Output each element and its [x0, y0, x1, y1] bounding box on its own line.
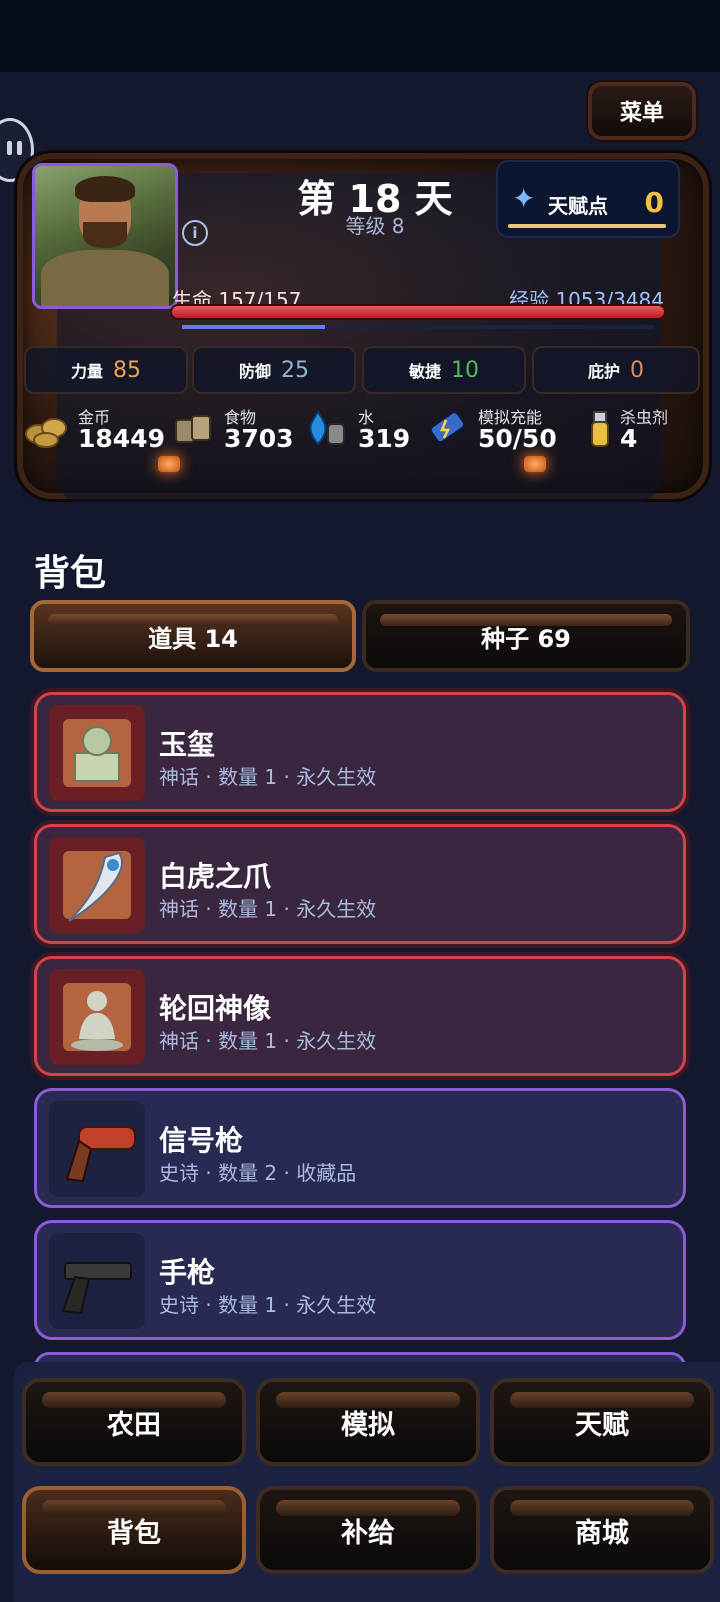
battery-icon — [429, 411, 466, 444]
item-name: 白虎之爪 — [159, 860, 272, 893]
decor-lamp — [158, 456, 180, 472]
nav-label: 商城 — [575, 1517, 629, 1549]
list-item[interactable]: 玉玺 神话 · 数量 1 · 永久生效 — [34, 692, 686, 812]
nav-label: 补给 — [341, 1517, 395, 1549]
stat-value: 25 — [281, 357, 309, 383]
pistol-icon — [49, 1233, 145, 1329]
spray-bottle-icon — [591, 411, 609, 447]
nav-talent-button[interactable]: 天赋 — [490, 1378, 714, 1466]
list-item[interactable]: 白虎之爪 神话 · 数量 1 · 永久生效 — [34, 824, 686, 944]
resource-value: 319 — [358, 424, 411, 453]
nav-label: 模拟 — [341, 1409, 395, 1441]
nav-shop-button[interactable]: 商城 — [490, 1486, 714, 1574]
nav-label: 农田 — [107, 1409, 161, 1441]
item-name: 轮回神像 — [159, 992, 272, 1025]
stat-defense: 防御 25 — [192, 346, 356, 394]
talent-points-label: 天赋点 — [548, 194, 608, 218]
nav-farmland-button[interactable]: 农田 — [22, 1378, 246, 1466]
list-item[interactable]: 信号枪 史诗 · 数量 2 · 收藏品 — [34, 1088, 686, 1208]
food-cans-icon — [175, 415, 211, 443]
item-name: 玉玺 — [159, 728, 216, 761]
jade-seal-icon — [49, 705, 145, 801]
resource-insecticide: 杀虫剂 4 — [578, 404, 698, 456]
nav-simulate-button[interactable]: 模拟 — [256, 1378, 480, 1466]
flare-gun-icon — [49, 1101, 145, 1197]
hp-bar — [172, 306, 664, 318]
player-level: 等级 8 — [345, 214, 405, 238]
tab-items[interactable]: 道具 14 — [30, 600, 356, 672]
stat-shelter: 庇护 0 — [532, 346, 700, 394]
item-meta: 史诗 · 数量 2 · 收藏品 — [159, 1161, 357, 1185]
resource-value: 18449 — [78, 424, 165, 453]
item-name: 信号枪 — [159, 1124, 244, 1157]
list-item[interactable]: 手枪 史诗 · 数量 1 · 永久生效 — [34, 1220, 686, 1340]
item-meta: 史诗 · 数量 1 · 永久生效 — [159, 1293, 377, 1317]
status-bar — [0, 0, 720, 72]
resource-value: 3703 — [224, 424, 294, 453]
exp-bar — [182, 325, 654, 329]
talent-points-box[interactable]: ✦ 天赋点 0 — [496, 160, 680, 238]
info-icon[interactable]: i — [182, 220, 208, 246]
avatar[interactable] — [32, 163, 178, 309]
item-meta: 神话 · 数量 1 · 永久生效 — [159, 897, 377, 921]
stat-value: 0 — [630, 357, 644, 383]
tiger-claw-icon — [49, 837, 145, 933]
stat-value: 10 — [451, 357, 479, 383]
item-meta: 神话 · 数量 1 · 永久生效 — [159, 765, 377, 789]
stat-agility: 敏捷 10 — [362, 346, 526, 394]
coins-icon — [25, 418, 67, 448]
stat-label: 防御 — [238, 362, 271, 381]
stat-strength: 力量 85 — [24, 346, 188, 394]
nav-label: 背包 — [107, 1517, 161, 1549]
list-item[interactable]: 轮回神像 神话 · 数量 1 · 永久生效 — [34, 956, 686, 1076]
resource-sim-charge: 模拟充能 50/50 — [426, 404, 576, 456]
nav-supply-button[interactable]: 补给 — [256, 1486, 480, 1574]
tab-label: 道具 14 — [148, 624, 238, 653]
resource-water: 水 319 — [304, 404, 410, 456]
diamond-icon: ✦ — [512, 182, 536, 215]
menu-button[interactable]: 菜单 — [588, 82, 696, 140]
nav-label: 天赋 — [575, 1409, 629, 1441]
tab-label: 种子 69 — [481, 624, 571, 653]
stat-label: 庇护 — [587, 362, 620, 381]
buddha-statue-icon — [49, 969, 145, 1065]
stat-label: 力量 — [70, 362, 103, 381]
stat-value: 85 — [113, 357, 141, 383]
decor-lamp — [524, 456, 546, 472]
resource-value: 4 — [620, 424, 638, 453]
resource-value: 50/50 — [478, 424, 557, 453]
resource-food: 食物 3703 — [172, 404, 294, 456]
section-title-backpack: 背包 — [34, 553, 107, 594]
resource-coins: 金币 18449 — [24, 404, 165, 456]
talent-underline — [508, 224, 666, 228]
exp-bar-fill — [182, 325, 325, 329]
item-meta: 神话 · 数量 1 · 永久生效 — [159, 1029, 377, 1053]
tab-seeds[interactable]: 种子 69 — [362, 600, 690, 672]
talent-points-value: 0 — [644, 186, 664, 219]
nav-backpack-button[interactable]: 背包 — [22, 1486, 246, 1574]
item-name: 手枪 — [159, 1256, 216, 1289]
stat-label: 敏捷 — [408, 362, 441, 381]
water-drop-icon — [309, 410, 345, 446]
